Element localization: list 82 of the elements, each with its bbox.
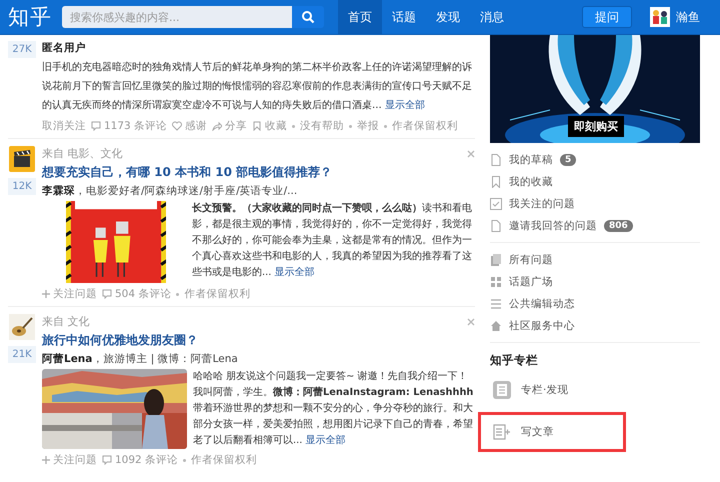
bookmark-icon (252, 121, 262, 131)
action-link[interactable]: 感谢 (172, 119, 208, 133)
sidebar-link[interactable]: 我关注的问题 (509, 197, 575, 211)
ask-button[interactable]: 提问 (582, 6, 632, 28)
answer-excerpt: 长文预警。（大家收藏的同时点一下赞呗，么么哒）读书和看电影，都是很主观的事情，我觉得好的，你不一定觉得好，我觉得不那么好的，你可能会奉为圭臬，这都是常有的情况。但作为一个真心喜欢这些书和电影的人，我真的希望因为我的推荐看了这些书或是电影的... 显示全部 (192, 201, 473, 280)
write-icon (493, 424, 511, 440)
share-icon (212, 121, 222, 131)
search-button[interactable] (292, 6, 324, 28)
count-badge: 806 (604, 220, 633, 232)
answer-excerpt: 旧手机的充电器暗恋时的独角戏情人节后的鲜花单身狗的第二杯半价政客上任的许诺渴望理解的诉说花前月下的誓言回忆里微笑的脸过期的悔恨懦弱的容忍寒假前的作息表满街的宣传口号天赋不足的认真无疾而终的情深所谓寂寞空虚冷不可说与人知的痔失败后的借口酒桌... 显示全部 (42, 60, 473, 113)
topic-source: 来自 文化 (42, 314, 90, 329)
separator-dot (292, 124, 296, 128)
author-name[interactable]: 李霖琛 (42, 185, 75, 197)
checkbox-icon (490, 198, 502, 210)
answer-excerpt: 哈哈哈 朋友说这个问题我一定要答~ 谢邀！先自我介绍一下！我叫阿蕾，学生。微博：阿蕾LenaInstagram: Lenashhhh带着环游世界的梦想和一颗不安分的心，争分夺秒的旅行。和大部分女孩一样，爱美爱拍照，想用图片记录下自己的青春，希望老了以后翻看相簿可以... 显示全部 (193, 370, 474, 448)
author-bio: ，旅游博主 | 微博：阿蕾Lena (92, 353, 238, 365)
separator-dot (183, 458, 186, 462)
section-title: 知乎专栏 (490, 353, 539, 368)
nav-tab[interactable]: 消息 (470, 0, 514, 34)
author-bio: ，电影爱好者/阿森纳球迷/射手座/英语专业/... (75, 185, 298, 197)
plus-icon (42, 290, 50, 298)
buy-button[interactable]: 即刻购买 (568, 116, 624, 137)
action-link[interactable]: 作者保留权利 (184, 287, 250, 301)
action-link[interactable]: 没有帮助 (300, 119, 344, 133)
action-link[interactable]: 关注问题 (42, 287, 97, 301)
clapperboard-icon (9, 146, 35, 172)
vote-count[interactable]: 21K (8, 346, 36, 363)
sidebar-link[interactable]: 邀请我回答的问题 (509, 219, 597, 233)
comment-icon (102, 455, 112, 465)
action-link[interactable]: 1173 条评论 (91, 119, 168, 133)
sidebar-link[interactable]: 我的收藏 (509, 175, 553, 189)
nav-tab[interactable]: 首页 (338, 0, 382, 34)
search-field[interactable]: 搜索你感兴趣的内容... (62, 6, 292, 28)
vote-count[interactable]: 27K (8, 41, 36, 58)
action-link[interactable]: 取消关注 (42, 119, 86, 133)
sidebar-link[interactable]: 话题广场 (509, 275, 553, 289)
action-link[interactable]: 作者保留权利 (191, 453, 258, 467)
column-link[interactable]: 写文章 (478, 412, 626, 452)
show-all-link[interactable]: 显示全部 (305, 435, 346, 446)
column-link[interactable]: 专栏·发现 (478, 372, 626, 408)
list-icon (490, 298, 502, 310)
question-title[interactable]: 旅行中如何优雅地发朋友圈？ (42, 332, 475, 349)
document-icon (490, 154, 502, 166)
action-link[interactable]: 分享 (212, 119, 248, 133)
author-name[interactable]: 匿名用户 (42, 42, 86, 54)
lute-icon (9, 314, 35, 340)
nav-tab[interactable]: 发现 (426, 0, 470, 34)
avatar-icon[interactable] (650, 7, 670, 27)
grid-icon (490, 276, 502, 288)
comment-icon (91, 121, 101, 131)
home-icon (490, 320, 502, 332)
action-link[interactable]: 关注问题 (42, 453, 97, 467)
action-link[interactable]: 作者保留权利 (392, 119, 458, 133)
separator-dot (349, 124, 352, 128)
action-link[interactable]: 收藏 (252, 119, 288, 133)
plus-icon (42, 456, 50, 464)
heart-icon (172, 121, 182, 131)
search-icon (301, 10, 315, 24)
sidebar-link[interactable]: 所有问题 (509, 253, 553, 267)
separator-dot (176, 292, 180, 296)
show-all-link[interactable]: 显示全部 (274, 267, 314, 278)
comment-icon (102, 289, 112, 299)
document-icon (493, 381, 511, 399)
pages-icon (490, 254, 502, 266)
action-link[interactable]: 504 条评论 (102, 287, 172, 301)
count-badge: 5 (560, 154, 576, 166)
sidebar-link[interactable]: 我的草稿 (509, 153, 553, 167)
vote-count[interactable]: 12K (8, 178, 36, 195)
logo[interactable]: 知乎 (8, 5, 56, 29)
separator-dot (384, 124, 388, 128)
sidebar-link[interactable]: 社区服务中心 (509, 319, 575, 333)
action-link[interactable]: 1092 条评论 (102, 453, 178, 467)
nav-tab[interactable]: 话题 (382, 0, 426, 34)
action-link[interactable]: 举报 (357, 119, 380, 133)
bookmark-icon (490, 176, 502, 188)
user-name[interactable]: 瀚鱼 (676, 8, 700, 26)
question-title[interactable]: 想要充实自己，有哪 10 本书和 10 部电影值得推荐？ (42, 164, 475, 181)
author-name[interactable]: 阿蕾Lena (42, 353, 92, 365)
topic-source: 来自 电影、文化 (42, 146, 122, 161)
sidebar-link[interactable]: 公共编辑动态 (509, 297, 575, 311)
show-all-link[interactable]: 显示全部 (384, 100, 425, 111)
document-icon (490, 220, 502, 232)
